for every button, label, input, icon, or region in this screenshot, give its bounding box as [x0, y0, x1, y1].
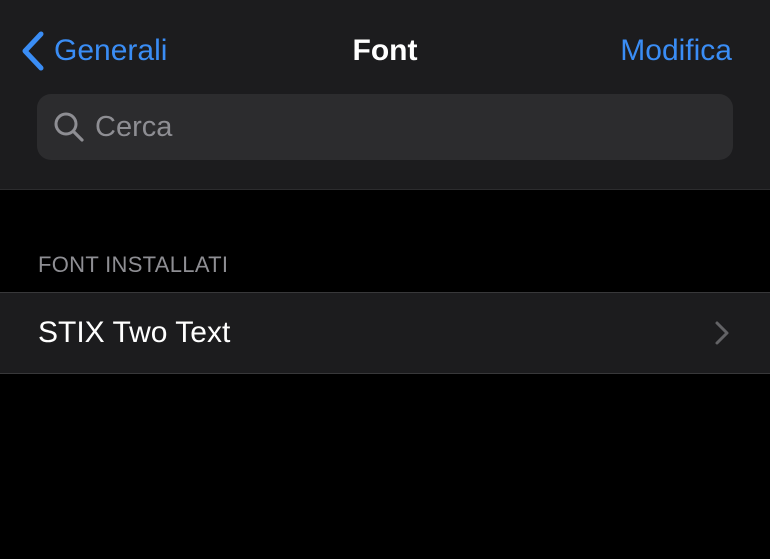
- edit-button[interactable]: Modifica: [620, 28, 732, 74]
- navigation-bar: Generali Font Modifica: [0, 0, 770, 190]
- font-settings-screen: Generali Font Modifica FONT INSTALLATI S…: [0, 0, 770, 559]
- search-input[interactable]: [95, 97, 733, 157]
- chevron-right-icon: [715, 321, 729, 345]
- search-bar[interactable]: [37, 94, 733, 160]
- section-header-installed-fonts: FONT INSTALLATI: [38, 252, 229, 277]
- list-item-font[interactable]: STIX Two Text: [0, 293, 770, 373]
- magnifying-glass-icon: [54, 112, 84, 142]
- font-name-label: STIX Two Text: [38, 316, 231, 349]
- installed-fonts-list: STIX Two Text: [0, 292, 770, 374]
